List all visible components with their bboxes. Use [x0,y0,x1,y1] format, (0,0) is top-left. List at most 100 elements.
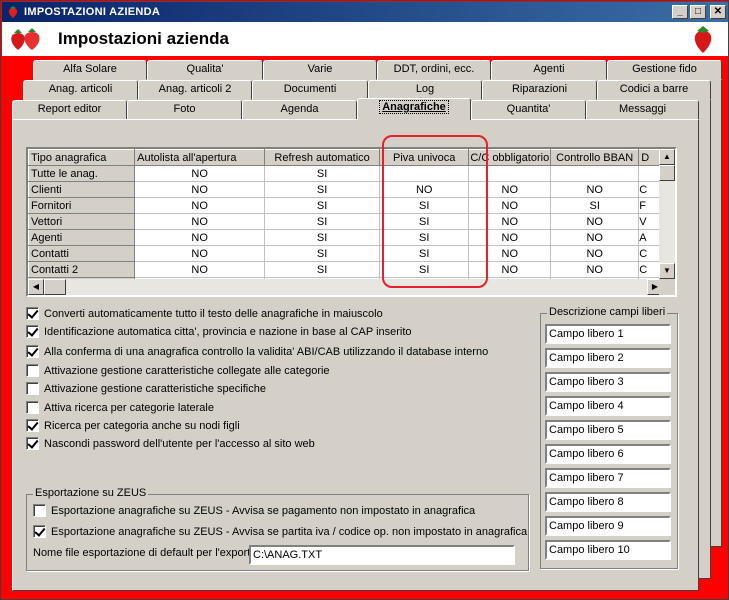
campo-libero-field-3[interactable]: Campo libero 3 [545,372,671,392]
tab-messaggi[interactable]: Messaggi [586,100,699,120]
table-cell[interactable]: SI [264,261,380,278]
table-cell[interactable]: NO [134,213,266,230]
tab-log[interactable]: Log [368,80,482,100]
row-header[interactable]: Clienti [28,181,136,198]
table-cell[interactable]: NO [468,245,552,262]
tab-riparazioni[interactable]: Riparazioni [482,80,597,100]
campo-libero-field-4[interactable]: Campo libero 4 [545,396,671,416]
table-row[interactable]: Clienti NO SI NO NO NO C [28,181,675,198]
table-cell[interactable]: SI [264,181,380,198]
campo-libero-field-1[interactable]: Campo libero 1 [545,324,671,344]
grid-vertical-scrollbar[interactable]: ▲ ▼ [659,149,675,279]
table-cell[interactable]: SI [550,197,640,214]
title-bar[interactable]: IMPOSTAZIONI AZIENDA _ □ ✕ [2,2,728,22]
tab-ddt-ordini[interactable]: DDT, ordini, ecc. [377,60,491,80]
campo-libero-field-7[interactable]: Campo libero 7 [545,468,671,488]
table-cell[interactable]: NO [134,245,266,262]
table-row[interactable]: Agenti NO SI SI NO NO A [28,229,675,246]
table-row[interactable]: Contatti NO SI SI NO NO C [28,245,675,262]
checkbox[interactable] [26,437,39,450]
option-nascondi-password-checkbox[interactable]: Nascondi password dell'utente per l'acce… [26,437,315,450]
option-cap-checkbox[interactable]: Identificazione automatica citta', provi… [26,325,412,338]
checkbox[interactable] [26,325,39,338]
table-cell[interactable]: SI [264,213,380,230]
tab-anagrafiche[interactable]: Anagrafiche [357,98,471,120]
option-ricerca-laterale-checkbox[interactable]: Attiva ricerca per categorie laterale [26,401,214,414]
table-cell[interactable] [550,165,640,182]
table-cell[interactable]: NO [468,213,552,230]
table-cell[interactable]: NO [134,181,266,198]
table-row[interactable]: Vettori NO SI SI NO NO V [28,213,675,230]
table-cell[interactable]: NO [550,213,640,230]
minimize-button[interactable]: _ [672,5,688,19]
checkbox[interactable] [26,419,39,432]
row-header[interactable]: Contatti 2 [28,261,136,278]
table-cell[interactable]: SI [379,261,470,278]
table-cell[interactable]: NO [550,229,640,246]
table-cell[interactable]: NO [468,229,552,246]
table-row[interactable]: Fornitori NO SI SI NO SI F [28,197,675,214]
checkbox[interactable] [26,345,39,358]
column-header[interactable]: Autolista all'apertura [134,149,266,166]
option-abi-cab-checkbox[interactable]: Alla conferma di una anagrafica controll… [26,345,488,358]
table-cell[interactable]: NO [550,245,640,262]
tab-varie[interactable]: Varie [263,60,377,80]
table-cell[interactable]: NO [134,229,266,246]
checkbox[interactable] [26,401,39,414]
column-header[interactable]: Tipo anagrafica [28,149,136,166]
option-caratteristiche-specifiche-checkbox[interactable]: Attivazione gestione caratteristiche spe… [26,382,266,395]
table-row[interactable]: Tutte le anag. NO SI [28,165,675,182]
column-header[interactable]: C/C obbligatorio [468,149,552,166]
table-cell[interactable] [468,165,552,182]
campo-libero-field-9[interactable]: Campo libero 9 [545,516,671,536]
table-cell[interactable]: SI [379,229,470,246]
tab-codici-a-barre[interactable]: Codici a barre [597,80,711,100]
table-cell[interactable]: NO [550,261,640,278]
option-caratteristiche-categorie-checkbox[interactable]: Attivazione gestione caratteristiche col… [26,364,330,377]
zeus-partita-iva-checkbox[interactable]: Esportazione anagrafiche su ZEUS - Avvis… [33,525,527,538]
column-header[interactable]: Refresh automatico [264,149,380,166]
anagrafiche-grid[interactable]: Tipo anagrafica Autolista all'apertura R… [26,147,677,297]
table-cell[interactable]: NO [379,181,470,198]
checkbox[interactable] [26,364,39,377]
row-header[interactable]: Agenti [28,229,136,246]
campo-libero-field-10[interactable]: Campo libero 10 [545,540,671,560]
scroll-thumb[interactable] [44,279,66,295]
tab-documenti[interactable]: Documenti [252,80,368,100]
option-nodi-figli-checkbox[interactable]: Ricerca per categoria anche su nodi figl… [26,419,240,432]
tab-qualita[interactable]: Qualita' [147,60,263,80]
table-cell[interactable]: NO [468,197,552,214]
table-cell[interactable]: SI [264,245,380,262]
scroll-up-icon[interactable]: ▲ [659,149,675,165]
checkbox[interactable] [33,504,46,517]
table-cell[interactable]: NO [134,197,266,214]
scroll-down-icon[interactable]: ▼ [659,263,675,279]
campo-libero-field-8[interactable]: Campo libero 8 [545,492,671,512]
checkbox[interactable] [26,307,39,320]
option-maiuscolo-checkbox[interactable]: Converti automaticamente tutto il testo … [26,307,383,320]
tab-anag-articoli-2[interactable]: Anag. articoli 2 [138,80,252,100]
row-header[interactable]: Fornitori [28,197,136,214]
table-cell[interactable]: SI [264,229,380,246]
table-cell[interactable]: SI [264,197,380,214]
table-row[interactable]: Contatti 2 NO SI SI NO NO C [28,261,675,278]
column-header[interactable]: Piva univoca [378,149,470,166]
table-cell[interactable]: NO [468,181,552,198]
tab-agenda[interactable]: Agenda [242,100,357,120]
column-header[interactable]: Controllo BBAN [550,149,640,166]
scroll-thumb[interactable] [659,165,675,181]
campo-libero-field-5[interactable]: Campo libero 5 [545,420,671,440]
export-filename-field[interactable]: C:\ANAG.TXT [249,545,515,565]
tab-foto[interactable]: Foto [127,100,242,120]
row-header[interactable]: Contatti [28,245,136,262]
close-button[interactable]: ✕ [710,5,726,19]
tab-anag-articoli[interactable]: Anag. articoli [23,80,138,100]
checkbox[interactable] [26,382,39,395]
grid-horizontal-scrollbar[interactable]: ◀ ▶ [28,279,663,295]
tab-quantita[interactable]: Quantita' [471,100,586,120]
table-cell[interactable]: SI [379,213,470,230]
zeus-pagamento-checkbox[interactable]: Esportazione anagrafiche su ZEUS - Avvis… [33,504,475,517]
campo-libero-field-6[interactable]: Campo libero 6 [545,444,671,464]
table-cell[interactable]: NO [468,261,552,278]
table-cell[interactable]: SI [379,197,470,214]
